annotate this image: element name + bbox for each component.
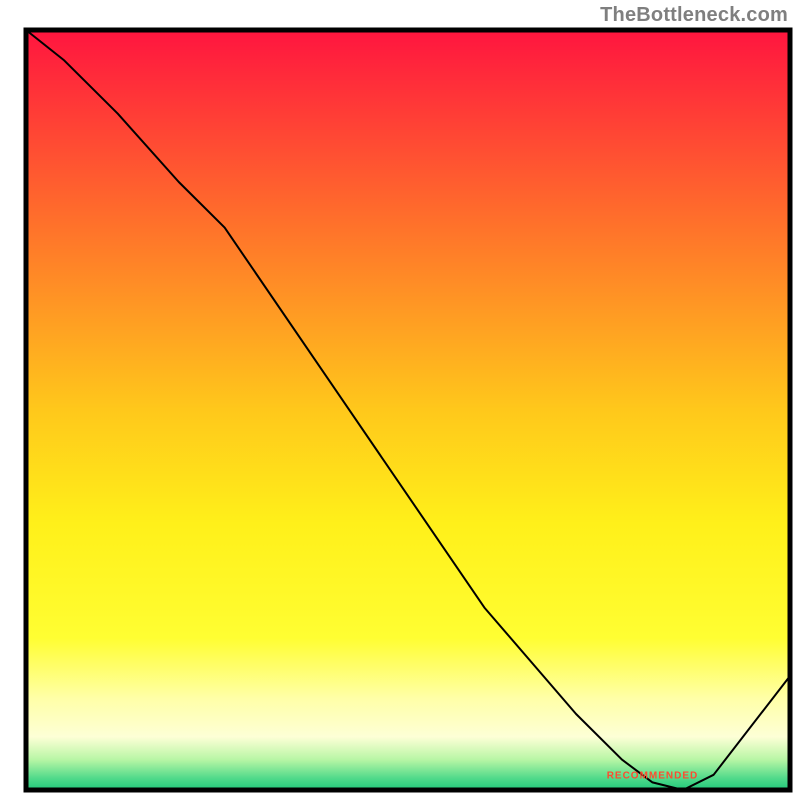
plot-area: RECOMMENDED [26,30,790,790]
attribution-label: TheBottleneck.com [600,4,788,27]
chart-svg: RECOMMENDED [0,0,800,800]
annotation-0: RECOMMENDED [607,771,699,782]
chart-background [26,30,790,790]
chart-container: TheBottleneck.com RECOMMENDED [0,0,800,800]
